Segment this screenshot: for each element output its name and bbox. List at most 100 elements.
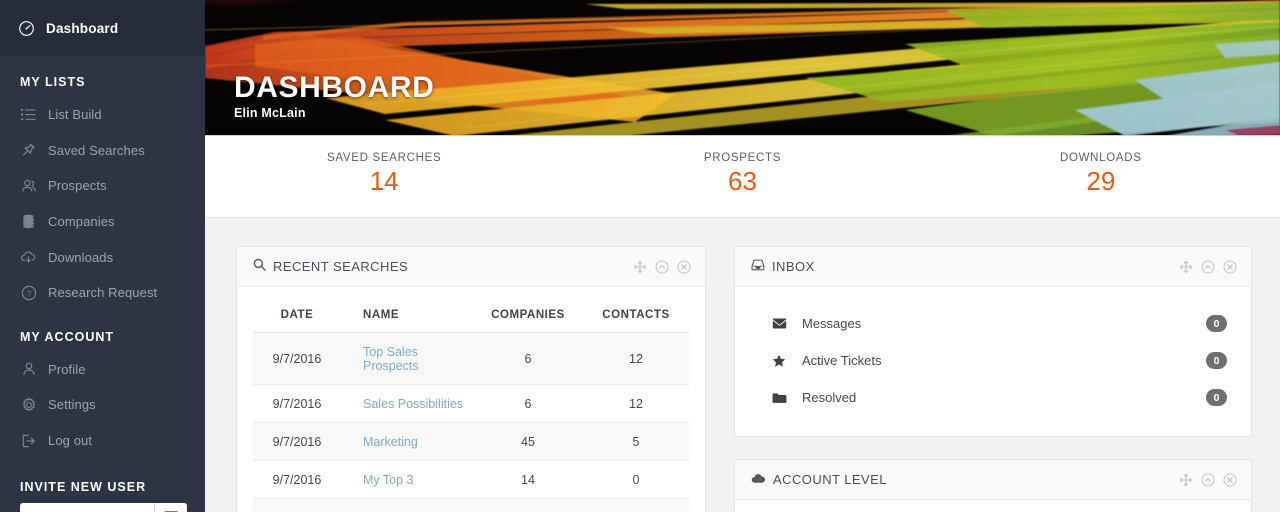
stat-downloads[interactable]: DOWNLOADS 29: [922, 136, 1280, 217]
table-row[interactable]: 9/7/2016 Top Sales Prospects 6 12: [253, 332, 689, 385]
table-row[interactable]: 9/7/2016 My Top 3 14 0: [253, 460, 689, 499]
cell-name[interactable]: Food: [341, 498, 473, 512]
sidebar-item-settings[interactable]: Settings: [0, 387, 205, 423]
logout-icon: [20, 432, 37, 449]
column-header-date[interactable]: DATE: [253, 287, 341, 333]
panel-inbox: INBOX Messages 0 Active Tickets 0 Resolv…: [734, 246, 1252, 437]
stat-value: 14: [369, 166, 399, 196]
close-icon[interactable]: [1223, 473, 1237, 487]
star-icon: [769, 354, 789, 368]
inbox-item-messages[interactable]: Messages 0: [753, 305, 1233, 342]
column-header-contacts[interactable]: CONTACTS: [583, 287, 689, 333]
panel-body: DATE NAME COMPANIES CONTACTS 9/7/2016 To…: [237, 287, 705, 512]
column-header-name[interactable]: NAME: [341, 287, 473, 333]
cell-contacts: 5: [583, 422, 689, 461]
move-icon[interactable]: [1179, 260, 1193, 274]
sidebar-item-label: Dashboard: [46, 20, 119, 36]
recent-searches-table: DATE NAME COMPANIES CONTACTS 9/7/2016 To…: [253, 287, 689, 512]
cell-name[interactable]: Top Sales Prospects: [341, 332, 473, 385]
sidebar-item-companies[interactable]: Companies: [0, 204, 205, 240]
invite-new-user-form: [20, 503, 187, 512]
inbox-item-active-tickets[interactable]: Active Tickets 0: [753, 342, 1233, 379]
left-column: RECENT SEARCHES DATE NAME COMPANIES CONT…: [236, 246, 706, 512]
sidebar-item-profile[interactable]: Profile: [0, 352, 205, 388]
table-row[interactable]: 9/7/2016 Sales Possibilities 6 12: [253, 384, 689, 423]
sidebar-item-list-build[interactable]: List Build: [0, 97, 205, 133]
cell-contacts: 12: [583, 332, 689, 385]
cell-contacts: 0: [583, 498, 689, 512]
cell-date: 9/7/2016: [253, 384, 341, 423]
question-circle-icon: ?: [20, 284, 37, 301]
sidebar-item-label: Saved Searches: [48, 142, 145, 158]
stat-value: 63: [728, 166, 757, 196]
page-banner: DASHBOARD Elin McLain: [205, 0, 1280, 136]
cell-companies: 14: [473, 460, 583, 499]
panel-body: [735, 500, 1251, 512]
banner-text-block: DASHBOARD Elin McLain: [234, 72, 434, 121]
envelope-icon: [769, 318, 789, 329]
cell-name[interactable]: Marketing: [341, 422, 473, 461]
cell-date: 9/7/2016: [253, 460, 341, 499]
sidebar-item-label: Log out: [48, 433, 93, 449]
inbox-item-label: Messages: [802, 316, 862, 331]
cell-companies: 14: [473, 498, 583, 512]
inbox-item-label: Resolved: [802, 390, 857, 405]
stat-label: SAVED SEARCHES: [326, 152, 442, 164]
cell-companies: 45: [473, 422, 583, 461]
invite-email-input[interactable]: [20, 503, 154, 512]
close-icon[interactable]: [1223, 260, 1237, 274]
users-icon: [20, 177, 37, 194]
collapse-icon[interactable]: [655, 260, 669, 274]
sidebar-item-downloads[interactable]: Downloads: [0, 239, 205, 275]
inbox-icon: [751, 258, 765, 276]
cell-companies: 6: [473, 384, 583, 423]
sidebar-item-label: Profile: [48, 361, 86, 377]
main-content: DASHBOARD Elin McLain SAVED SEARCHES 14 …: [205, 0, 1280, 512]
panel-body: Messages 0 Active Tickets 0 Resolved 0: [735, 287, 1251, 436]
stat-prospects[interactable]: PROSPECTS 63: [563, 136, 921, 217]
sidebar-item-prospects[interactable]: Prospects: [0, 168, 205, 204]
collapse-icon[interactable]: [1201, 260, 1215, 274]
cell-date: 9/7/2016: [253, 498, 341, 512]
folder-icon: [769, 392, 789, 404]
panel-tools: [1179, 260, 1237, 274]
table-row[interactable]: 9/7/2016 Marketing 45 5: [253, 422, 689, 461]
cloud-download-icon: [20, 249, 37, 266]
sidebar-item-saved-searches[interactable]: Saved Searches: [0, 133, 205, 169]
panel-header: INBOX: [735, 247, 1251, 287]
status-badge: 0: [1206, 315, 1227, 332]
right-column: INBOX Messages 0 Active Tickets 0 Resolv…: [734, 246, 1252, 512]
panel-tools: [1179, 473, 1237, 487]
move-icon[interactable]: [1179, 473, 1193, 487]
user-icon: [20, 361, 37, 378]
sidebar-item-dashboard[interactable]: Dashboard: [0, 0, 205, 56]
column-header-companies[interactable]: COMPANIES: [473, 287, 583, 333]
user-name: Elin McLain: [234, 106, 306, 120]
search-icon: [253, 258, 266, 276]
close-icon[interactable]: [677, 260, 691, 274]
sidebar-item-research-request[interactable]: ? Research Request: [0, 275, 205, 311]
gear-icon: [20, 396, 37, 413]
cell-name[interactable]: My Top 3: [341, 460, 473, 499]
sidebar-item-log-out[interactable]: Log out: [0, 423, 205, 459]
cell-name[interactable]: Sales Possibilities: [341, 384, 473, 423]
sidebar: Dashboard MY LISTS List Build Saved Sear…: [0, 0, 205, 512]
inbox-item-label: Active Tickets: [802, 353, 882, 368]
stat-saved-searches[interactable]: SAVED SEARCHES 14: [205, 136, 563, 217]
invite-send-button[interactable]: [154, 503, 187, 512]
panel-header: RECENT SEARCHES: [237, 247, 705, 287]
sidebar-item-label: Settings: [48, 397, 96, 413]
inbox-item-resolved[interactable]: Resolved 0: [753, 379, 1233, 416]
move-icon[interactable]: [633, 260, 647, 274]
sidebar-group-title-my-account: MY ACCOUNT: [20, 329, 115, 344]
collapse-icon[interactable]: [1201, 473, 1215, 487]
table-row[interactable]: 9/7/2016 Food 14 0: [253, 498, 689, 512]
panel-title: RECENT SEARCHES: [273, 259, 409, 274]
stats-bar: SAVED SEARCHES 14 PROSPECTS 63 DOWNLOADS…: [205, 136, 1280, 218]
status-badge: 0: [1206, 389, 1227, 406]
panel-recent-searches: RECENT SEARCHES DATE NAME COMPANIES CONT…: [236, 246, 706, 512]
status-badge: 0: [1206, 352, 1227, 369]
stat-value: 29: [1086, 166, 1116, 196]
stat-label: DOWNLOADS: [1059, 152, 1142, 164]
panel-tools: [633, 260, 691, 274]
